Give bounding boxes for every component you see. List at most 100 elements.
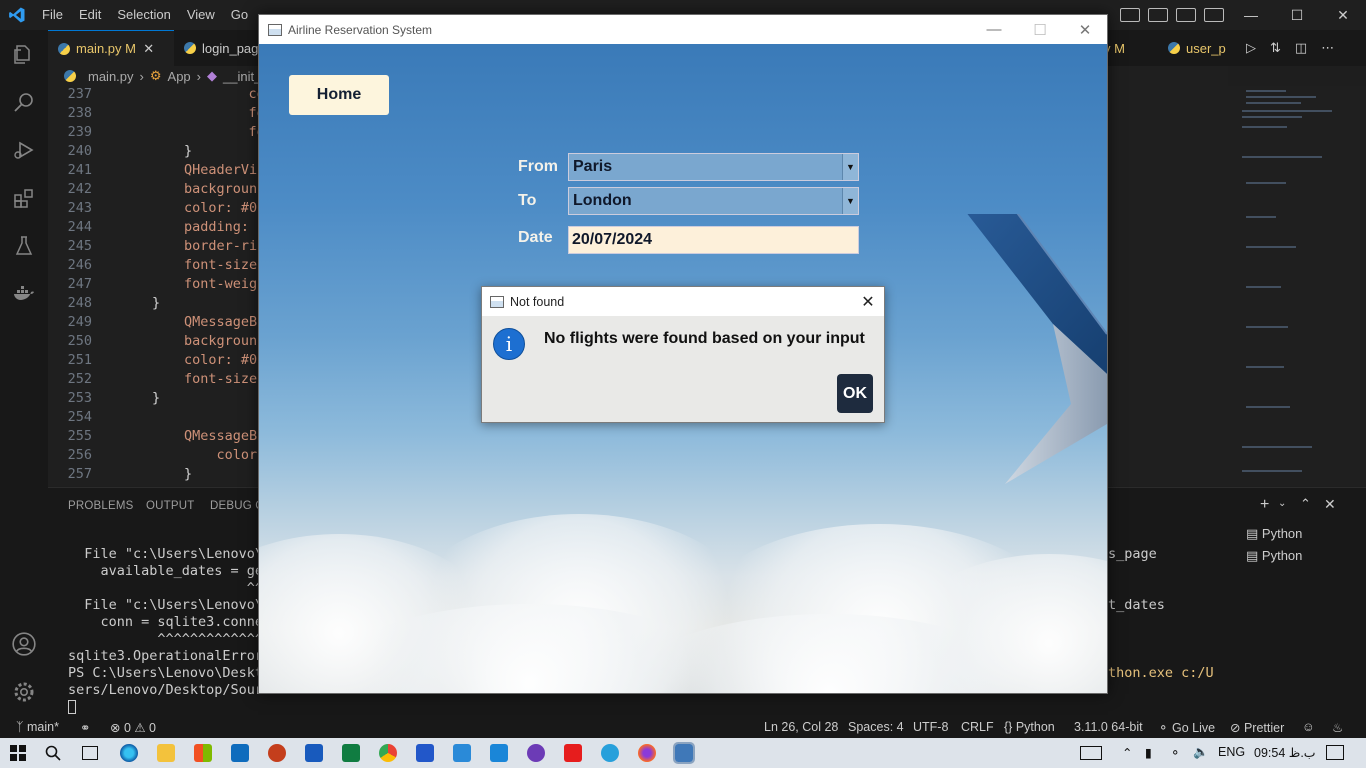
firefox-icon[interactable] xyxy=(638,744,656,762)
status-bar: ᛉ main* ⚭ ⊗ 0 ⚠ 0 Ln 26, Col 28 Spaces: … xyxy=(0,716,1366,738)
windows-start-icon[interactable] xyxy=(10,745,26,761)
minimize-icon[interactable]: — xyxy=(971,15,1017,44)
chevron-down-icon[interactable]: ⌄ xyxy=(1278,498,1286,509)
file-explorer-icon[interactable] xyxy=(157,744,175,762)
toggle-panel-icon[interactable] xyxy=(1148,8,1168,22)
language-mode[interactable]: {} Python xyxy=(1004,720,1055,734)
todo-icon[interactable] xyxy=(453,744,471,762)
cursor-position[interactable]: Ln 26, Col 28 xyxy=(764,720,838,734)
more-actions-icon[interactable]: ⋯ xyxy=(1321,40,1334,56)
telegram-icon[interactable] xyxy=(601,744,619,762)
tab-user-page[interactable]: user_p xyxy=(1158,30,1236,66)
problems-count[interactable]: ⊗ 0 ⚠ 0 xyxy=(110,720,156,735)
dropdown-arrow-icon[interactable]: ▼ xyxy=(842,188,858,214)
keyboard-icon[interactable] xyxy=(1080,746,1102,760)
terminal-line: PS C:\Users\Lenovo\Deskt xyxy=(68,665,264,681)
terminal-session-python[interactable]: ▤ Python xyxy=(1246,548,1302,564)
breadcrumb-file[interactable]: main.py xyxy=(88,69,134,84)
docker-icon[interactable] xyxy=(0,270,48,318)
close-icon[interactable]: ✕ xyxy=(1320,0,1366,30)
close-panel-icon[interactable]: ✕ xyxy=(1324,496,1336,513)
dropdown-arrow-icon[interactable]: ▼ xyxy=(842,154,858,180)
tab-label: login_pag xyxy=(202,40,259,56)
app-icon[interactable] xyxy=(416,744,434,762)
testing-flask-icon[interactable] xyxy=(0,222,48,270)
feedback-icon[interactable]: ☺ xyxy=(1302,720,1315,734)
close-icon[interactable]: ✕ xyxy=(852,287,884,316)
minimap[interactable] xyxy=(1228,86,1366,486)
account-icon[interactable] xyxy=(0,620,48,668)
clock[interactable]: 09:54 ب.ظ xyxy=(1254,745,1316,760)
vscode-taskbar-icon[interactable] xyxy=(490,744,508,762)
activity-bar xyxy=(0,30,48,716)
maximize-panel-icon[interactable]: ⌃ xyxy=(1300,496,1311,512)
search-icon[interactable] xyxy=(45,745,61,766)
tab-close-icon[interactable]: ✕ xyxy=(143,41,154,57)
prettier[interactable]: ⊘ Prettier xyxy=(1230,720,1284,735)
terminal-line: conn = sqlite3.conne xyxy=(68,614,264,630)
toggle-sidebar-icon[interactable] xyxy=(1120,8,1140,22)
close-icon[interactable]: ✕ xyxy=(1062,15,1108,44)
from-combobox[interactable]: Paris ▼ xyxy=(568,153,859,181)
python-interpreter[interactable]: 3.11.0 64-bit xyxy=(1074,720,1143,734)
app-icon[interactable] xyxy=(527,744,545,762)
search-icon[interactable] xyxy=(0,78,48,126)
menu-file[interactable]: File xyxy=(34,0,71,30)
panel-tab-problems[interactable]: PROBLEMS xyxy=(68,500,134,512)
terminal-session-python[interactable]: ▤ Python xyxy=(1246,526,1302,542)
breadcrumb-class[interactable]: App xyxy=(168,69,191,84)
tab-main-py[interactable]: main.py M ✕ xyxy=(48,30,174,66)
home-button[interactable]: Home xyxy=(289,75,389,115)
powerpoint-icon[interactable] xyxy=(268,744,286,762)
battery-icon[interactable]: ▮ xyxy=(1145,745,1152,760)
new-terminal-icon[interactable]: + xyxy=(1260,496,1269,514)
go-live[interactable]: ⚬ Go Live xyxy=(1158,720,1215,735)
line-endings[interactable]: CRLF xyxy=(961,720,994,734)
extensions-icon[interactable] xyxy=(0,174,48,222)
youtube-icon[interactable] xyxy=(564,744,582,762)
show-hidden-icons[interactable]: ⌃ xyxy=(1122,745,1132,760)
settings-gear-icon[interactable] xyxy=(0,668,48,716)
date-input[interactable]: 20/07/2024 xyxy=(568,226,859,254)
to-combobox[interactable]: London ▼ xyxy=(568,187,859,215)
mail-icon[interactable] xyxy=(231,744,249,762)
minimize-icon[interactable]: — xyxy=(1228,0,1274,30)
split-editor-icon[interactable]: ◫ xyxy=(1295,40,1307,56)
explorer-icon[interactable] xyxy=(0,30,48,78)
indentation[interactable]: Spaces: 4 xyxy=(848,720,904,734)
breadcrumb-method[interactable]: __init_ xyxy=(223,69,261,84)
excel-icon[interactable] xyxy=(342,744,360,762)
wifi-icon[interactable]: ⚬ xyxy=(1170,745,1180,760)
ok-button[interactable]: OK xyxy=(837,374,873,413)
date-label: Date xyxy=(518,229,553,246)
edge-icon[interactable] xyxy=(120,744,138,762)
word-icon[interactable] xyxy=(305,744,323,762)
panel-tab-output[interactable]: OUTPUT xyxy=(146,500,194,512)
chrome-icon[interactable] xyxy=(379,744,397,762)
git-branch[interactable]: ᛉ main* xyxy=(16,720,59,734)
airplane-wing-image xyxy=(967,214,1107,484)
store-icon[interactable] xyxy=(194,744,212,762)
terminal-icon: ▤ xyxy=(1246,548,1259,563)
toggle-secondary-sidebar-icon[interactable] xyxy=(1176,8,1196,22)
run-python-icon[interactable]: ▷ xyxy=(1246,40,1256,56)
python-app-icon[interactable] xyxy=(673,742,695,764)
menu-edit[interactable]: Edit xyxy=(71,0,109,30)
sync-icon[interactable]: ⚭ xyxy=(80,720,90,735)
maximize-icon[interactable]: ☐ xyxy=(1017,15,1063,44)
volume-icon[interactable]: 🔈 xyxy=(1193,745,1209,760)
menu-go[interactable]: Go xyxy=(223,0,256,30)
menu-selection[interactable]: Selection xyxy=(109,0,178,30)
menu-view[interactable]: View xyxy=(179,0,223,30)
notification-center-icon[interactable] xyxy=(1326,745,1344,760)
encoding[interactable]: UTF-8 xyxy=(913,720,948,734)
language-indicator[interactable]: ENG xyxy=(1218,745,1245,759)
editor-actions: ▷ ⇅ ◫ ⋯ xyxy=(1236,30,1344,66)
notifications-bell-icon[interactable]: ♨ xyxy=(1332,720,1343,735)
maximize-icon[interactable]: ☐ xyxy=(1274,0,1320,30)
customize-layout-icon[interactable] xyxy=(1204,8,1224,22)
run-debug-icon[interactable] xyxy=(0,126,48,174)
task-view-icon[interactable] xyxy=(82,746,98,760)
compare-icon[interactable]: ⇅ xyxy=(1270,40,1281,56)
tab-login-page[interactable]: login_pag xyxy=(174,30,268,66)
